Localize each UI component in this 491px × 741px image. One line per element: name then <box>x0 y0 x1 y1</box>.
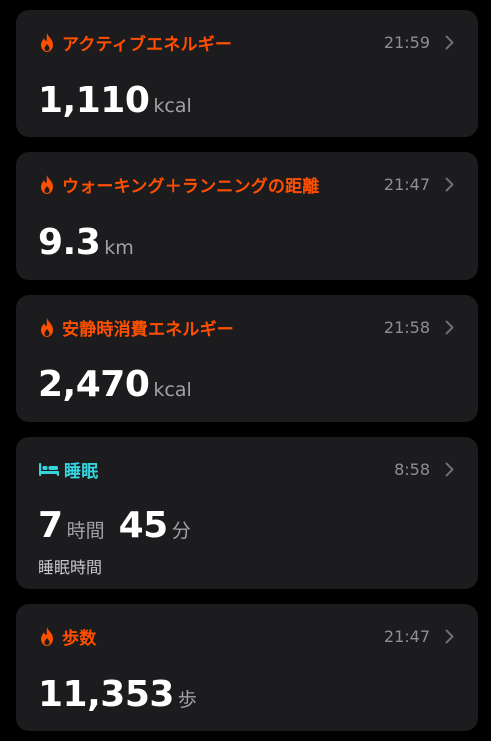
card-time: 21:47 <box>383 626 430 646</box>
card-header: 安静時消費エネルギー 21:58 <box>38 315 456 340</box>
resting-energy-card[interactable]: 安静時消費エネルギー 21:58 2,470 kcal <box>16 295 478 422</box>
card-subtitle: 睡眠時間 <box>38 558 103 577</box>
card-value: 1,110 kcal <box>38 80 192 121</box>
walking-running-distance-card[interactable]: ウォーキング＋ランニングの距離 21:47 9.3 km <box>16 152 478 280</box>
card-title: 安静時消費エネルギー <box>62 319 234 340</box>
card-header: 歩数 21:47 <box>38 624 456 649</box>
chevron-right-icon <box>442 174 456 194</box>
card-time: 21:58 <box>383 317 430 337</box>
chevron-right-icon <box>442 32 456 52</box>
card-time: 8:58 <box>394 459 430 479</box>
active-energy-card[interactable]: アクティブエネルギー 21:59 1,110 kcal <box>16 10 478 137</box>
card-header: ウォーキング＋ランニングの距離 21:47 <box>38 172 456 197</box>
value-number: 1,110 <box>38 80 150 121</box>
card-value: 2,470 kcal <box>38 364 192 405</box>
flame-icon <box>38 32 56 52</box>
sleep-card[interactable]: 睡眠 8:58 7 時間 45 分 睡眠時間 <box>16 437 478 589</box>
card-title: 歩数 <box>62 628 97 649</box>
card-value: 9.3 km <box>38 222 134 263</box>
value-number: 9.3 <box>38 222 101 263</box>
value-unit: kcal <box>153 95 192 117</box>
card-title: アクティブエネルギー <box>62 34 233 55</box>
bed-icon <box>38 459 60 479</box>
minutes-unit: 分 <box>171 520 191 542</box>
value-unit: km <box>104 237 134 259</box>
card-time: 21:59 <box>383 32 430 52</box>
value-unit: 歩 <box>177 689 197 711</box>
card-title: ウォーキング＋ランニングの距離 <box>62 176 320 197</box>
hours-unit: 時間 <box>66 520 105 542</box>
card-title: 睡眠 <box>64 461 99 482</box>
flame-icon <box>38 317 56 337</box>
card-time: 21:47 <box>383 174 430 194</box>
steps-card[interactable]: 歩数 21:47 11,353 歩 <box>16 604 478 731</box>
value-unit: kcal <box>153 379 192 401</box>
hours-number: 7 <box>38 505 63 546</box>
card-value: 7 時間 45 分 <box>38 505 191 546</box>
chevron-right-icon <box>442 626 456 646</box>
card-header: 睡眠 8:58 <box>38 457 456 482</box>
value-number: 11,353 <box>38 674 174 715</box>
card-header: アクティブエネルギー 21:59 <box>38 30 456 55</box>
chevron-right-icon <box>442 317 456 337</box>
chevron-right-icon <box>442 459 456 479</box>
card-value: 11,353 歩 <box>38 674 197 715</box>
value-number: 2,470 <box>38 364 150 405</box>
minutes-number: 45 <box>118 505 169 546</box>
flame-icon <box>38 626 56 646</box>
flame-icon <box>38 174 56 194</box>
